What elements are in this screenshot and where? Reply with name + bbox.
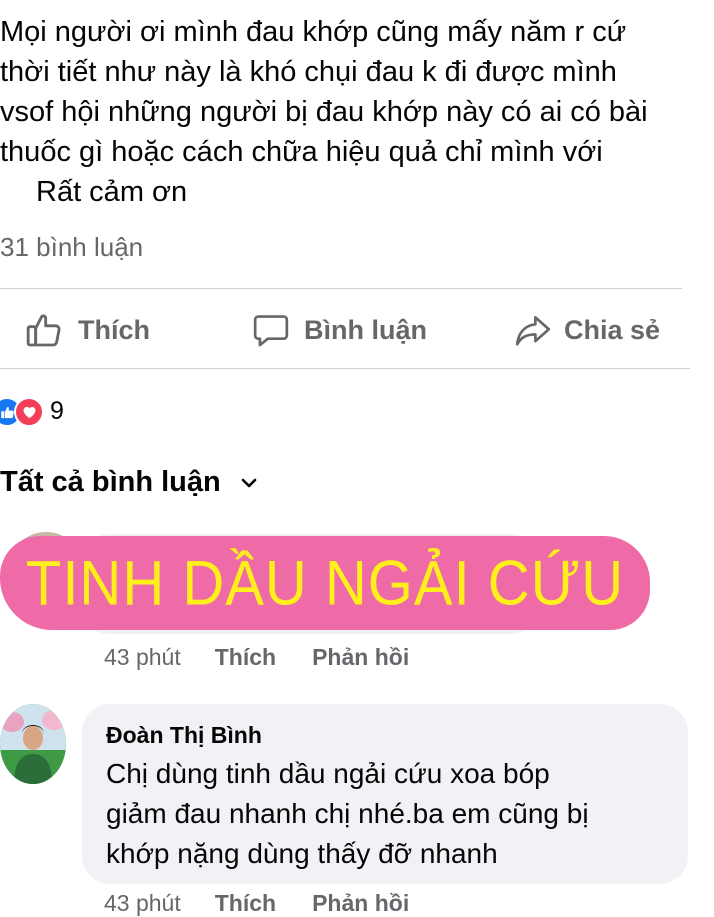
comment-reply-button[interactable]: Phản hồi (312, 890, 409, 917)
reaction-count: 9 (50, 396, 64, 425)
comment-bubble: Đoàn Thị Bình Chị dùng tinh dầu ngải cứu… (82, 704, 688, 884)
post-text-line: thuốc gì hoặc cách chữa hiệu quả chỉ mìn… (0, 136, 603, 168)
thumbs-up-icon (24, 310, 64, 350)
avatar[interactable] (0, 704, 66, 784)
comment-like-button[interactable]: Thích (215, 890, 276, 917)
post-text-line: Mọi người ơi mình đau khớp cũng mấy năm … (0, 16, 627, 48)
post-text-line: Rất cảm ơn (36, 176, 188, 208)
divider (0, 368, 690, 369)
comments-filter-dropdown[interactable]: Tất cả bình luận (0, 466, 259, 499)
comment-meta: 43 phút Thích Phản hồi (104, 644, 409, 671)
share-button-label: Chia sẻ (564, 314, 661, 345)
comment-text-line: giảm đau nhanh chị nhé.ba em cũng bị (106, 798, 589, 829)
avatar-image (0, 704, 66, 784)
overlay-banner: TINH DẦU NGẢI CỨU (0, 536, 650, 630)
comment-time[interactable]: 43 phút (104, 644, 181, 671)
post-text: Mọi người ơi mình đau khớp cũng mấy năm … (0, 12, 700, 212)
like-button[interactable]: Thích (24, 300, 150, 360)
share-button[interactable]: Chia sẻ (514, 300, 660, 360)
like-button-label: Thích (78, 314, 150, 345)
post-text-line: thời tiết như này là khó chụi đau k đi đ… (0, 56, 617, 88)
comment-time[interactable]: 43 phút (104, 890, 181, 917)
comments-filter-label: Tất cả bình luận (0, 466, 221, 498)
divider (0, 288, 682, 289)
comment-meta: 43 phút Thích Phản hồi (104, 890, 409, 917)
post-action-bar: Thích Bình luận Chia sẻ (0, 300, 690, 360)
comment-author[interactable]: Đoàn Thị Bình (106, 722, 262, 749)
reaction-icons (0, 396, 44, 427)
comment-like-button[interactable]: Thích (215, 644, 276, 671)
reaction-summary[interactable]: 9 (0, 394, 64, 428)
comment-text: Chị dùng tinh dầu ngải cứu xoa bóp giảm … (106, 754, 676, 874)
comment-count[interactable]: 31 bình luận (0, 232, 143, 263)
comment-reply-button[interactable]: Phản hồi (312, 644, 409, 671)
share-arrow-icon (514, 311, 552, 349)
overlay-text: TINH DẦU NGẢI CỨU (25, 547, 625, 619)
chevron-down-icon (239, 476, 259, 490)
comment-text-line: Chị dùng tinh dầu ngải cứu xoa bóp (106, 758, 550, 789)
speech-bubble-icon (252, 311, 290, 349)
comment-button[interactable]: Bình luận (252, 300, 427, 360)
post-text-line: vsof hội những người bị đau khớp này có … (0, 96, 648, 128)
comment-button-label: Bình luận (304, 314, 427, 345)
comment-text-line: khớp nặng dùng thấy đỡ nhanh (106, 838, 498, 869)
love-reaction-icon (14, 397, 44, 427)
